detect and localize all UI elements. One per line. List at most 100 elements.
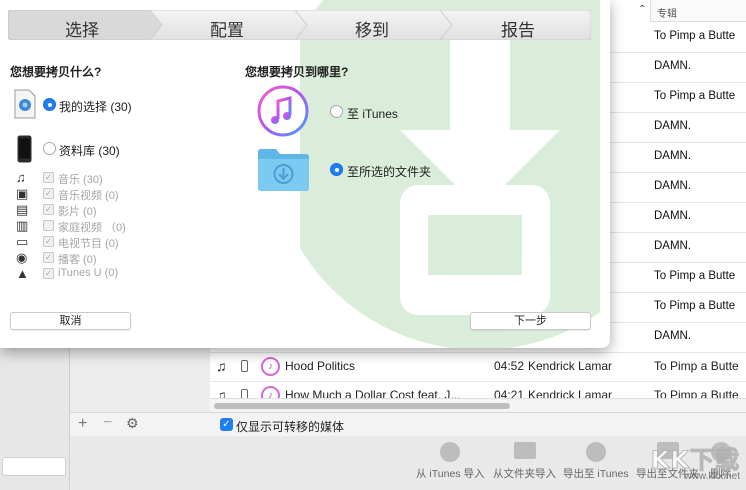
wizard-steps: 选择 配置 移到 报告 — [8, 10, 591, 40]
my-selection-label[interactable]: 我的选择 (30) — [59, 98, 132, 115]
iphone-icon — [17, 135, 32, 163]
category-label: 家庭视频 （0) — [58, 222, 126, 234]
category-label: 播客 (0) — [58, 254, 97, 266]
category-checkbox[interactable]: ✓ — [43, 204, 54, 215]
album-cell: DAMN. — [654, 240, 692, 252]
import-folder-label: 从文件夹导入 — [493, 468, 556, 480]
home-video-icon: ▥ — [16, 218, 29, 233]
my-selection-radio[interactable] — [43, 98, 56, 111]
table-row[interactable]: ♫ ♪ How Much a Dollar Cost feat. J... 04… — [210, 381, 746, 398]
import-folder-button[interactable]: 从文件夹导入 — [493, 442, 556, 481]
to-folder-label[interactable]: 至所选的文件夹 — [347, 163, 431, 180]
category-movies[interactable]: ▤ ✓ 影片 (0) — [16, 202, 156, 218]
step-move: 移到 — [355, 21, 389, 40]
category-label: iTunes U (0) — [58, 267, 119, 279]
category-label: 音乐 (30) — [58, 174, 103, 186]
album-column-header[interactable]: 专辑 — [650, 0, 746, 22]
download-arrow-icon — [300, 0, 600, 348]
song-title: How Much a Dollar Cost feat. J... — [285, 388, 461, 398]
bottom-toolbar: 从 iTunes 导入 从文件夹导入 导出至 iTunes 导出至文件夹 删除 — [70, 436, 746, 490]
bottom-bar: + − ⚙ ✓ 仅显示可转移的媒体 — [70, 412, 746, 436]
song-time: 04:52 — [494, 359, 525, 373]
tv-icon: ▭ — [16, 234, 29, 249]
import-itunes-label: 从 iTunes 导入 — [416, 468, 485, 480]
category-music-video[interactable]: ▣ ✓ 音乐视频 (0) — [16, 186, 156, 202]
phone-icon — [241, 360, 248, 372]
category-label: 音乐视频 (0) — [58, 190, 119, 202]
itunes-music-icon: ♪ — [261, 357, 280, 376]
scrollbar-thumb[interactable] — [214, 403, 510, 409]
phone-icon — [241, 389, 248, 398]
song-title: Hood Politics — [285, 359, 356, 373]
category-checkbox[interactable]: ✓ — [43, 188, 54, 199]
to-itunes-radio[interactable] — [330, 105, 343, 118]
table-row[interactable]: ♫ ♪ Hood Politics 04:52 Kendrick Lamar T… — [210, 352, 746, 382]
sort-arrow-icon[interactable]: ⌃ — [638, 4, 646, 15]
album-cell: DAMN. — [654, 120, 692, 132]
category-label: 影片 (0) — [58, 206, 97, 218]
where-to-copy-title: 您想要拷贝到哪里? — [245, 65, 349, 79]
gear-icon[interactable]: ⚙ — [126, 415, 139, 432]
export-itunes-label: 导出至 iTunes — [563, 468, 629, 480]
folder-icon — [258, 149, 309, 191]
category-checkbox[interactable]: ✓ — [43, 268, 54, 279]
next-button[interactable]: 下一步 — [470, 312, 591, 330]
album-cell: DAMN. — [654, 180, 692, 192]
selection-document-icon — [14, 89, 36, 119]
sidebar-search-input[interactable] — [2, 457, 66, 476]
export-itunes-button[interactable]: 导出至 iTunes — [563, 442, 629, 481]
copy-wizard-dialog: 选择 配置 移到 报告 您想要拷贝什么? 我的选择 (30) 资料库 (30) … — [0, 0, 610, 348]
album-cell: DAMN. — [654, 210, 692, 222]
library-label[interactable]: 资料库 (30) — [59, 142, 120, 159]
album-cell: To Pimp a Butte — [654, 90, 736, 102]
category-label: 电视节目 (0) — [58, 238, 119, 250]
step-select: 选择 — [65, 21, 99, 40]
cancel-button[interactable]: 取消 — [10, 312, 131, 330]
music-video-icon: ▣ — [16, 186, 29, 201]
album-cell: To Pimp a Butte — [654, 300, 736, 312]
podcast-icon: ◉ — [16, 250, 28, 265]
watermark-logo: KK下载 — [650, 446, 740, 475]
itunes-u-icon: ▲ — [16, 266, 29, 281]
category-checkbox[interactable] — [43, 220, 54, 231]
film-icon: ▤ — [16, 202, 29, 217]
add-icon[interactable]: + — [78, 415, 87, 433]
album-cell: To Pimp a Butte — [654, 30, 736, 42]
song-artist: Kendrick Lamar — [528, 359, 613, 373]
step-configure: 配置 — [210, 21, 244, 40]
song-album: To Pimp a Butte — [654, 388, 739, 398]
category-checkbox[interactable]: ✓ — [43, 252, 54, 263]
category-podcasts[interactable]: ◉ ✓ 播客 (0) — [16, 250, 156, 266]
music-note-icon: ♫ — [16, 170, 26, 185]
itunes-icon — [440, 442, 461, 462]
remove-icon[interactable]: − — [103, 414, 112, 432]
category-home-video[interactable]: ▥ 家庭视频 （0) — [16, 218, 156, 234]
category-itunes-u[interactable]: ▲ ✓ iTunes U (0) — [16, 266, 156, 282]
transferable-only-label: 仅显示可转移的媒体 — [236, 420, 345, 434]
album-cell: DAMN. — [654, 60, 692, 72]
to-folder-radio[interactable] — [330, 163, 343, 176]
album-cell: To Pimp a Butte — [654, 270, 736, 282]
song-time: 04:21 — [494, 388, 525, 398]
category-music[interactable]: ♫ ✓ 音乐 (30) — [16, 170, 156, 186]
to-itunes-label[interactable]: 至 iTunes — [347, 105, 398, 122]
song-album: To Pimp a Butte — [654, 359, 739, 373]
category-checkbox[interactable]: ✓ — [43, 236, 54, 247]
music-note-icon: ♫ — [216, 358, 227, 374]
import-itunes-button[interactable]: 从 iTunes 导入 — [416, 442, 484, 481]
horizontal-scrollbar[interactable] — [210, 398, 746, 412]
what-to-copy-title: 您想要拷贝什么? — [10, 65, 102, 79]
category-checkbox[interactable]: ✓ — [43, 172, 54, 183]
category-tv-shows[interactable]: ▭ ✓ 电视节目 (0) — [16, 234, 156, 250]
library-radio[interactable] — [43, 142, 56, 155]
album-cell: DAMN. — [654, 150, 692, 162]
music-note-icon: ♫ — [216, 387, 227, 398]
itunes-icon — [585, 442, 606, 462]
transferable-only-checkbox[interactable]: ✓ — [220, 418, 233, 431]
itunes-icon — [257, 85, 309, 137]
itunes-music-icon: ♪ — [261, 386, 280, 398]
folder-icon — [513, 442, 536, 459]
step-report: 报告 — [501, 21, 535, 40]
watermark: KK下载 www.kkx.net — [650, 440, 740, 483]
song-artist: Kendrick Lamar — [528, 388, 613, 398]
